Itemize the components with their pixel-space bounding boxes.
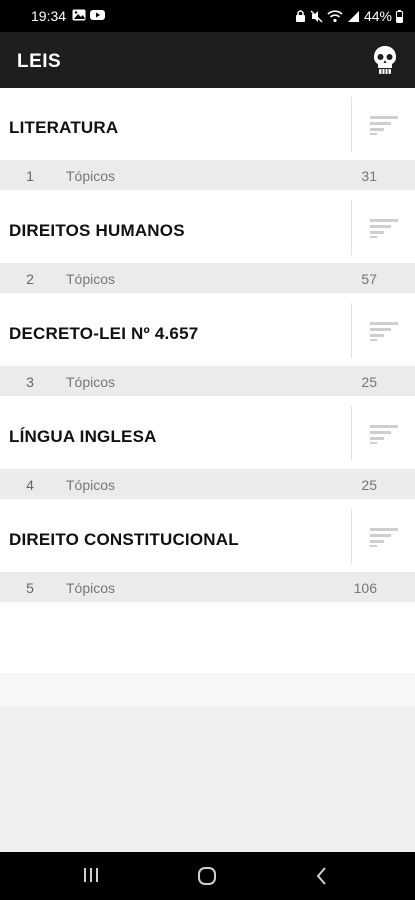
list-item[interactable]: DIREITOS HUMANOS 2 Tópicos 57	[0, 191, 415, 294]
list-item-details: 4 Tópicos 25	[0, 469, 415, 499]
list-item-number: 5	[26, 580, 34, 596]
list-item-topics-label: Tópicos	[66, 477, 116, 493]
list-item-details: 2 Tópicos 57	[0, 263, 415, 293]
youtube-icon	[90, 10, 105, 20]
list-item-topics-count: 25	[361, 374, 377, 390]
list-item-topics-count: 25	[361, 477, 377, 493]
sort-icon	[369, 115, 398, 135]
list-item-header[interactable]: DECRETO-LEI Nº 4.657	[0, 294, 415, 366]
list-item-title: LÍNGUA INGLESA	[9, 427, 157, 446]
sort-button[interactable]	[351, 406, 415, 461]
list-item-number: 3	[26, 374, 34, 390]
page-title: LEIS	[17, 51, 62, 72]
list-item[interactable]: DIREITO CONSTITUCIONAL 5 Tópicos 106	[0, 500, 415, 603]
status-right-icons: 44%	[295, 8, 403, 24]
list-item-header[interactable]: LITERATURA	[0, 88, 415, 160]
sort-button[interactable]	[351, 303, 415, 358]
sort-icon	[369, 424, 398, 444]
list-item-title: DIREITOS HUMANOS	[9, 221, 185, 240]
sort-button[interactable]	[351, 509, 415, 564]
wifi-icon	[327, 9, 343, 22]
system-nav-bar	[0, 852, 415, 900]
sort-button[interactable]	[351, 97, 415, 152]
list-item-topics-count: 106	[353, 580, 377, 596]
battery-icon	[396, 9, 403, 23]
recent-apps-icon[interactable]	[82, 866, 100, 884]
back-icon[interactable]	[315, 866, 329, 886]
status-left-icons	[72, 9, 105, 21]
list-item-details: 3 Tópicos 25	[0, 366, 415, 396]
status-bar: 19:34 44%	[0, 0, 415, 32]
list-item-title: LITERATURA	[9, 118, 119, 137]
sort-button[interactable]	[351, 200, 415, 255]
list-item-topics-label: Tópicos	[66, 168, 116, 184]
list-item-topics-label: Tópicos	[66, 271, 116, 287]
list-item-number: 4	[26, 477, 34, 493]
sort-icon	[369, 527, 398, 547]
list-item-title: DIREITO CONSTITUCIONAL	[9, 530, 239, 549]
status-time: 19:34	[31, 8, 67, 24]
sort-icon	[369, 218, 398, 238]
list-item-number: 2	[26, 271, 34, 287]
list-item[interactable]: DECRETO-LEI Nº 4.657 3 Tópicos 25	[0, 294, 415, 397]
list-item-header[interactable]: LÍNGUA INGLESA	[0, 397, 415, 469]
list-item[interactable]: LÍNGUA INGLESA 4 Tópicos 25	[0, 397, 415, 500]
gallery-icon	[72, 9, 86, 21]
list-item[interactable]: LITERATURA 1 Tópicos 31	[0, 88, 415, 191]
home-icon[interactable]	[197, 866, 217, 886]
list-item-topics-label: Tópicos	[66, 580, 116, 596]
list-item-topics-count: 57	[361, 271, 377, 287]
list-item-topics-label: Tópicos	[66, 374, 116, 390]
battery-percent: 44%	[363, 8, 392, 24]
list-footer	[0, 673, 415, 707]
skull-icon[interactable]	[373, 45, 397, 75]
list-item-topics-count: 31	[361, 168, 377, 184]
list-item-title: DECRETO-LEI Nº 4.657	[9, 324, 199, 343]
list-item-details: 5 Tópicos 106	[0, 572, 415, 602]
list-item-header[interactable]: DIREITO CONSTITUCIONAL	[0, 500, 415, 572]
sort-icon	[369, 321, 398, 341]
signal-icon	[347, 10, 359, 22]
list-item-details: 1 Tópicos 31	[0, 160, 415, 190]
laws-list: LITERATURA 1 Tópicos 31 DIREITOS HUMANOS…	[0, 88, 415, 673]
app-bar: LEIS	[0, 32, 415, 88]
list-item-number: 1	[26, 168, 34, 184]
lock-icon	[295, 9, 305, 22]
mute-icon	[310, 9, 323, 23]
list-item-header[interactable]: DIREITOS HUMANOS	[0, 191, 415, 263]
